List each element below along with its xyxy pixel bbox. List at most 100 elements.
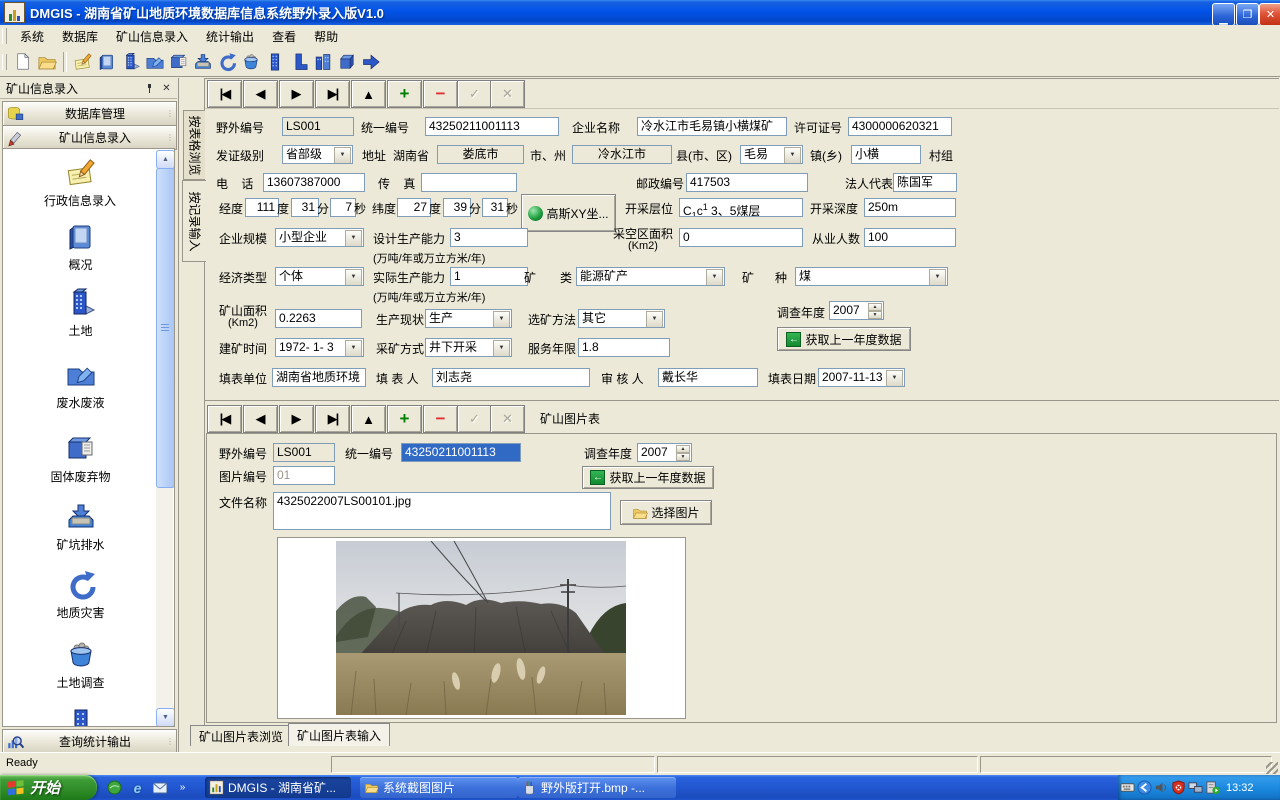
mine-area-input[interactable]: 0.2263 [275, 309, 362, 328]
pic-nav-prev-button[interactable]: ◀ [243, 405, 278, 433]
cert-level-combo[interactable]: 省部级▼ [282, 145, 353, 164]
city-input[interactable]: 娄底市 [437, 145, 524, 164]
minimize-button[interactable]: ▁ [1212, 3, 1235, 26]
choose-picture-button[interactable]: 选择图片 [620, 500, 712, 525]
scroll-thumb[interactable] [156, 168, 175, 488]
chevron-down-icon[interactable]: ▼ [493, 311, 510, 328]
quicklaunch-desktop-icon[interactable] [106, 779, 123, 796]
nav-up-button[interactable]: ▲ [351, 80, 386, 108]
sidebar-group-mine-entry[interactable]: 矿山信息录入 ⋮ [2, 125, 177, 150]
build-time-combo[interactable]: 1972- 1- 3▼ [275, 338, 364, 357]
pic-nav-next-button[interactable]: ▶ [279, 405, 314, 433]
fax-input[interactable] [421, 173, 517, 192]
chevron-down-icon[interactable]: ▼ [784, 147, 801, 164]
sidebar-item-wastewater[interactable]: 废水废液 [13, 359, 148, 410]
keyboard-icon[interactable] [1120, 780, 1135, 795]
menu-mine-info-entry[interactable]: 矿山信息录入 [107, 26, 197, 47]
spin-up-icon[interactable]: ▲ [868, 303, 882, 311]
buildings-icon[interactable] [311, 50, 334, 73]
field-no-input[interactable]: LS001 [282, 117, 354, 136]
wastewater-icon[interactable] [143, 50, 166, 73]
survey-year-spinner[interactable]: 2007▲▼ [829, 301, 884, 320]
latitude-sec-input[interactable]: 31 [482, 198, 508, 217]
spin-down-icon[interactable]: ▼ [676, 453, 690, 461]
pic-nav-confirm-button[interactable]: ✓ [457, 405, 492, 433]
chevron-down-icon[interactable]: ▼ [706, 269, 723, 286]
pic-field-no-input[interactable]: LS001 [273, 443, 335, 462]
tab-picture-table-browse[interactable]: 矿山图片表浏览 [190, 725, 292, 746]
land-icon[interactable] [119, 50, 142, 73]
quicklaunch-mail-icon[interactable] [151, 779, 168, 796]
scanner-status-icon[interactable] [1205, 780, 1220, 795]
sidebar-item-solid-waste[interactable]: 固体废弃物 [13, 433, 148, 484]
file-name-input[interactable]: 4325022007LS00101.jpg [273, 492, 611, 530]
get-prev-year-button[interactable]: ←获取上一年度数据 [777, 327, 911, 351]
chevron-down-icon[interactable]: ▼ [646, 311, 663, 328]
mine-class-combo[interactable]: 能源矿产▼ [576, 267, 725, 286]
nav-confirm-button[interactable]: ✓ [457, 80, 492, 108]
sidebar-group-database[interactable]: 数据库管理 ⋮ [2, 101, 177, 126]
latitude-min-input[interactable]: 39 [443, 198, 471, 217]
chevron-down-icon[interactable]: ▼ [334, 147, 351, 164]
nav-first-button[interactable]: |◀ [207, 80, 242, 108]
mining-layer-input[interactable]: C1c1 3、5煤层 [679, 198, 803, 217]
pic-unified-no-input[interactable]: 43250211001113 [401, 443, 521, 462]
land-survey-icon[interactable] [239, 50, 262, 73]
geo-hazard-icon[interactable] [215, 50, 238, 73]
taskbar-task-paint[interactable]: 野外版打开.bmp -... [518, 777, 676, 798]
sidebar-item-mine-drainage[interactable]: 矿坑排水 [13, 501, 148, 552]
tower-icon[interactable] [263, 50, 286, 73]
scroll-down-icon[interactable]: ▼ [156, 708, 175, 727]
chevron-down-icon[interactable]: ▼ [345, 269, 362, 286]
design-cap-input[interactable]: 3 [450, 228, 528, 247]
pic-nav-last-button[interactable]: ▶| [315, 405, 350, 433]
network-icon[interactable] [1188, 780, 1203, 795]
chevron-down-icon[interactable]: ▼ [929, 269, 946, 286]
unified-no-input[interactable]: 43250211001113 [425, 117, 559, 136]
sidebar-item-geo-hazard[interactable]: 地质灾害 [13, 569, 148, 620]
auditor-input[interactable]: 戴长华 [658, 368, 758, 387]
admin-entry-icon[interactable] [71, 50, 94, 73]
pic-survey-year-spinner[interactable]: 2007▲▼ [637, 443, 692, 462]
menu-help[interactable]: 帮助 [305, 26, 347, 47]
latitude-deg-input[interactable]: 27 [397, 198, 431, 217]
export-icon[interactable] [359, 50, 382, 73]
quicklaunch-ie-icon[interactable]: e [129, 779, 146, 796]
goaf-input[interactable]: 0 [679, 228, 803, 247]
scroll-up-icon[interactable]: ▲ [156, 150, 175, 169]
new-document-icon[interactable] [11, 50, 34, 73]
spin-down-icon[interactable]: ▼ [868, 311, 882, 319]
tab-browse-by-table[interactable]: 按表格浏览 [183, 110, 205, 180]
mining-depth-input[interactable]: 250m [864, 198, 956, 217]
sidebar-item-land-survey[interactable]: 土地调查 [13, 639, 148, 690]
postcode-input[interactable]: 417503 [686, 173, 808, 192]
sidebar-item-partial[interactable] [13, 707, 148, 727]
open-folder-icon[interactable] [35, 50, 58, 73]
menu-view[interactable]: 查看 [263, 26, 305, 47]
mine-drainage-icon[interactable] [191, 50, 214, 73]
close-button[interactable]: ✕ [1259, 3, 1280, 26]
nav-cancel-button[interactable]: ✕ [490, 80, 525, 108]
pin-icon[interactable] [142, 81, 157, 96]
pic-nav-delete-button[interactable]: − [423, 405, 458, 433]
fill-unit-input[interactable]: 湖南省地质环境 [272, 368, 366, 387]
workers-input[interactable]: 100 [864, 228, 956, 247]
sidebar-scrollbar[interactable]: ▲ ▼ [156, 150, 173, 727]
legal-rep-input[interactable]: 陈国军 [893, 173, 957, 192]
longitude-min-input[interactable]: 31 [291, 198, 319, 217]
pic-nav-up-button[interactable]: ▲ [351, 405, 386, 433]
tab-entry-by-record[interactable]: 按记录输入 [182, 180, 206, 262]
actual-cap-input[interactable]: 1 [450, 267, 528, 286]
volume-icon[interactable] [1154, 780, 1169, 795]
menu-statistics-output[interactable]: 统计输出 [197, 26, 263, 47]
chevron-down-icon[interactable]: ▼ [345, 230, 362, 247]
town-input[interactable]: 小横 [851, 145, 921, 164]
fill-date-combo[interactable]: 2007-11-13▼ [818, 368, 905, 387]
pic-nav-first-button[interactable]: |◀ [207, 405, 242, 433]
menu-system[interactable]: 系统 [11, 26, 53, 47]
longitude-sec-input[interactable]: 7 [330, 198, 356, 217]
nav-prev-button[interactable]: ◀ [243, 80, 278, 108]
county-combo[interactable]: 毛易▼ [740, 145, 803, 164]
sidebar-item-admin-entry[interactable]: 行政信息录入 [13, 157, 148, 208]
status-combo[interactable]: 生产▼ [425, 309, 512, 328]
